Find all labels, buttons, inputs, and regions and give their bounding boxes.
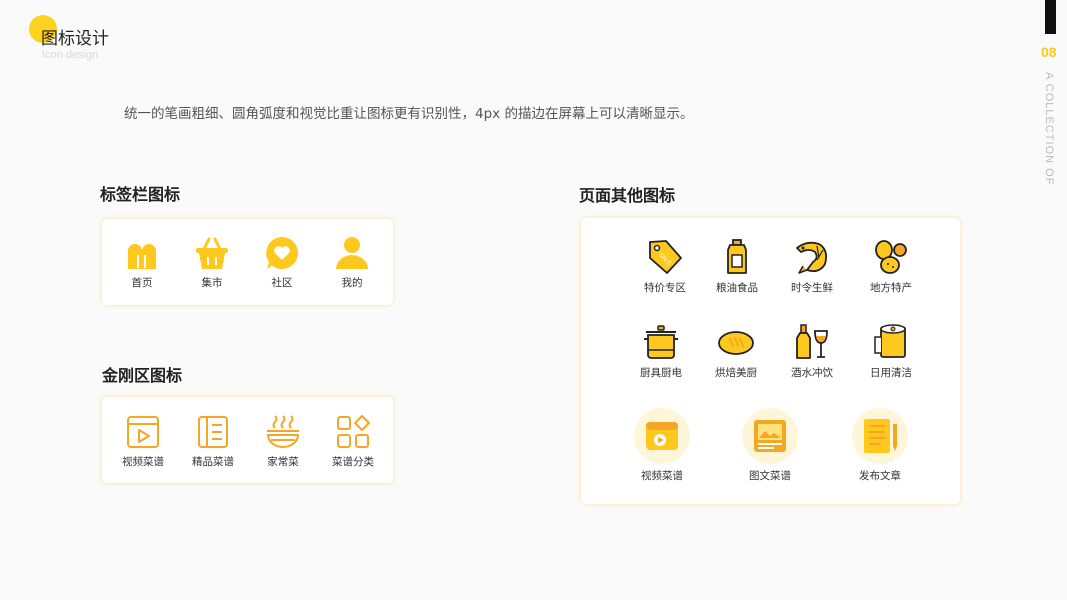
kingkong-recipe-category[interactable]: 菜谱分类 [313, 414, 393, 469]
icon-video-recipe[interactable]: 视频菜谱 [622, 408, 702, 483]
basket-icon [196, 237, 228, 269]
other-section-title: 页面其他图标 [579, 186, 676, 205]
icon-drinks[interactable]: 酒水冲饮 [772, 323, 852, 380]
icon-local-specialty[interactable]: 地方特产 [851, 238, 931, 295]
side-vertical-text: A COLLECTION OF [1043, 72, 1055, 186]
kingkong-icon-card: 视频菜谱 精品菜谱 家常菜 菜谱分类 [102, 397, 393, 483]
wine-icon [796, 324, 828, 359]
tabbar-icon-card: 首页 集市 社区 我的 [102, 219, 393, 305]
pot-icon [644, 325, 678, 359]
book-icon [198, 416, 228, 448]
kingkong-video-recipe[interactable]: 视频菜谱 [103, 414, 183, 469]
home-icon [128, 244, 156, 269]
icon-daily-cleaning[interactable]: 日用清洁 [851, 323, 931, 380]
icon-image-recipe[interactable]: 图文菜谱 [730, 408, 810, 483]
image-recipe-icon [742, 408, 798, 464]
sale-tag-icon: SALE [649, 240, 682, 274]
publish-article-icon [852, 408, 908, 464]
kingkong-section-title: 金刚区图标 [102, 366, 183, 385]
tab-community-label: 社区 [271, 277, 293, 289]
icon-daily-cleaning-label: 日用清洁 [870, 367, 912, 379]
tab-mine-label: 我的 [341, 277, 363, 289]
icon-baking-label: 烘焙美厨 [715, 367, 757, 379]
icon-local-specialty-label: 地方特产 [870, 282, 912, 294]
tab-market[interactable]: 集市 [172, 235, 252, 290]
video-recipe-icon [634, 408, 690, 464]
icon-grain-oil[interactable]: 粮油食品 [697, 238, 777, 295]
bowl-icon [266, 415, 300, 448]
kingkong-premium-recipe[interactable]: 精品菜谱 [173, 414, 253, 469]
shrimp-icon [796, 241, 828, 274]
kingkong-premium-recipe-label: 精品菜谱 [192, 456, 234, 468]
tab-mine[interactable]: 我的 [312, 235, 392, 290]
category-icon [337, 415, 370, 448]
icon-baking[interactable]: 烘焙美厨 [696, 323, 776, 380]
page-title: 图标设计 [41, 29, 109, 49]
video-icon [127, 416, 159, 448]
other-icon-card: SALE 特价专区 粮油食品 时令生鲜 地方特产 厨具厨电 烘焙美厨 酒水冲饮 … [581, 218, 960, 504]
heart-bubble-icon [266, 237, 298, 269]
potato-icon [875, 240, 907, 274]
tab-home-label: 首页 [131, 277, 153, 289]
tabbar-section-title: 标签栏图标 [100, 185, 181, 204]
tab-market-label: 集市 [201, 277, 223, 289]
icon-image-recipe-label: 图文菜谱 [749, 470, 791, 482]
kingkong-recipe-category-label: 菜谱分类 [332, 456, 374, 468]
icon-sale-zone[interactable]: SALE 特价专区 [625, 238, 705, 295]
kingkong-home-dishes-label: 家常菜 [267, 456, 299, 468]
page-subtitle: Icon design [42, 49, 99, 61]
icon-publish-article[interactable]: 发布文章 [840, 408, 920, 483]
description-text: 统一的笔画粗细、圆角弧度和视觉比重让图标更有识别性，4px 的描边在屏幕上可以清… [124, 106, 694, 122]
icon-video-recipe-label: 视频菜谱 [641, 470, 683, 482]
icon-seasonal-fresh[interactable]: 时令生鲜 [772, 238, 852, 295]
user-icon [336, 237, 368, 269]
oil-bottle-icon [727, 239, 747, 274]
icon-kitchenware-label: 厨具厨电 [640, 367, 682, 379]
tab-community[interactable]: 社区 [242, 235, 322, 290]
icon-sale-zone-label: 特价专区 [644, 282, 686, 294]
icon-kitchenware[interactable]: 厨具厨电 [621, 323, 701, 380]
icon-publish-article-label: 发布文章 [859, 470, 901, 482]
kingkong-home-dishes[interactable]: 家常菜 [243, 414, 323, 469]
tissue-icon [874, 324, 906, 358]
page-number: 08 [1041, 44, 1057, 60]
icon-grain-oil-label: 粮油食品 [716, 282, 758, 294]
tab-home[interactable]: 首页 [102, 235, 182, 290]
icon-drinks-label: 酒水冲饮 [791, 367, 833, 379]
bread-icon [718, 331, 754, 355]
top-bar-decoration [1045, 0, 1056, 34]
icon-seasonal-fresh-label: 时令生鲜 [791, 282, 833, 294]
kingkong-video-recipe-label: 视频菜谱 [122, 456, 164, 468]
